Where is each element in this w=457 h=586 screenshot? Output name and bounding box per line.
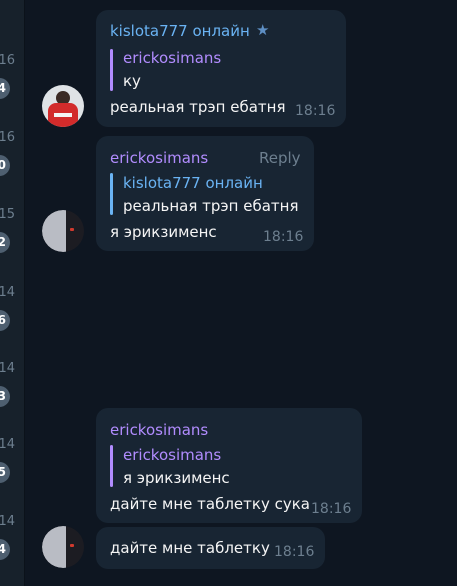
message-time: 18:16 [263,229,304,245]
avatar[interactable] [42,526,84,568]
chat-list-item[interactable]: 15 2 [0,207,24,287]
unread-badge: 4 [0,539,10,560]
chat-list-time: 16 [0,130,15,145]
unread-badge: 4 [0,78,10,99]
reply-quote-bar [110,445,113,487]
unread-badge: 6 [0,310,10,331]
chat-list-time: 15 [0,207,15,222]
avatar[interactable] [42,85,84,127]
reply-button[interactable]: Reply [259,149,301,167]
message-bubble[interactable]: erickosimans erickosimans я эрикзименс д… [96,408,362,523]
chat-list-item[interactable]: 14 3 [0,361,24,441]
chat-list-item[interactable]: 16 0 [0,130,24,210]
chat-list-sidebar: 16 4 16 0 15 2 14 6 14 3 14 5 14 4 [0,0,25,586]
message-time: 18:16 [274,544,315,560]
chat-list-time: 14 [0,514,15,529]
unread-badge: 2 [0,232,10,253]
chat-list-item[interactable]: 14 5 [0,437,24,517]
unread-badge: 3 [0,386,10,407]
message-text: дайте мне таблетку [110,539,270,557]
chat-list-item[interactable]: 14 6 [0,285,24,365]
chat-list-time: 16 [0,53,15,68]
reply-quote-text[interactable]: ку [123,72,141,90]
message-history[interactable]: kislota777 онлайн ★ erickosimans ку реал… [25,0,457,586]
message-time: 18:16 [311,501,352,517]
reply-sender-name[interactable]: erickosimans [123,446,221,464]
message-text: реальная трэп ебатня [110,98,286,116]
unread-badge: 0 [0,155,10,176]
sender-name[interactable]: erickosimans [110,149,208,167]
unread-badge: 5 [0,462,10,483]
reply-sender-name[interactable]: erickosimans [123,49,221,67]
avatar[interactable] [42,210,84,252]
reply-quote-bar [110,49,113,91]
chat-list-time: 14 [0,361,15,376]
message-time: 18:16 [295,103,336,119]
message-bubble[interactable]: kislota777 онлайн ★ erickosimans ку реал… [96,10,346,127]
chat-list-time: 14 [0,285,15,300]
message-bubble[interactable]: erickosimans Reply kislota777 онлайн реа… [96,136,314,251]
message-text: я эрикзименс [110,223,217,241]
message-text: дайте мне таблетку сука [110,495,310,513]
message-bubble[interactable]: дайте мне таблетку 18:16 [96,527,325,569]
sender-name[interactable]: kislota777 онлайн [110,22,250,40]
sender-name[interactable]: erickosimans [110,421,208,439]
reply-sender-name[interactable]: kislota777 онлайн [123,174,263,192]
chat-list-item[interactable]: 14 4 [0,514,24,586]
star-icon: ★ [256,21,270,39]
reply-quote-bar [110,173,113,215]
reply-quote-text[interactable]: я эрикзименс [123,469,230,487]
chat-list-time: 14 [0,437,15,452]
chat-list-item[interactable]: 16 4 [0,53,24,133]
reply-quote-text[interactable]: реальная трэп ебатня [123,197,298,215]
